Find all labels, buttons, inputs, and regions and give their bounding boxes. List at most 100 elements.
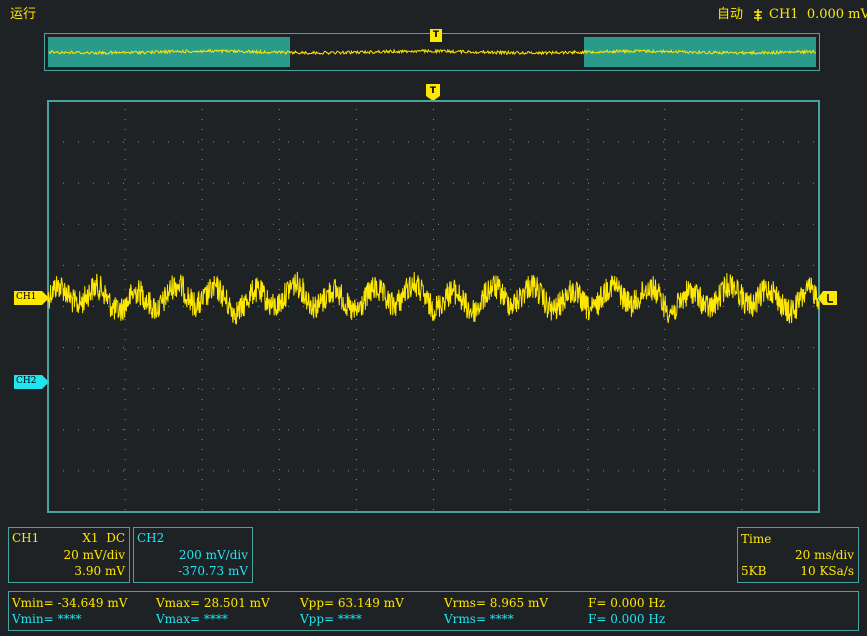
grid-dot: [587, 369, 589, 370]
grid-dot: [558, 223, 559, 225]
grid-dot: [433, 459, 434, 460]
grid-dot: [741, 259, 743, 260]
overview-trigger-marker[interactable]: T: [430, 29, 442, 42]
grid-dot: [124, 129, 126, 130]
grid-dot: [393, 182, 394, 184]
memory-depth: 5KB: [741, 564, 767, 578]
grid-dot: [201, 429, 203, 430]
grid-dot: [303, 182, 304, 184]
grid-dot: [213, 470, 214, 472]
grid-dot: [618, 182, 619, 184]
grid-dot: [498, 429, 499, 431]
grid-dot: [663, 264, 664, 266]
grid-dot: [741, 349, 743, 350]
grid-dot: [355, 429, 357, 430]
grid-dot: [124, 219, 126, 220]
grid-dot: [355, 249, 357, 250]
grid-dot: [587, 319, 589, 320]
grid-dot: [633, 388, 634, 390]
grid-dot: [693, 182, 694, 184]
grid-dot: [258, 264, 259, 266]
grid-dot: [123, 347, 124, 349]
grid-dot: [438, 347, 439, 349]
grid-dot: [278, 489, 280, 490]
grid-dot: [183, 388, 184, 390]
grid-dot: [243, 223, 244, 225]
grid-dot: [510, 429, 512, 430]
grid-dot: [278, 369, 280, 370]
grid-dot: [573, 182, 574, 184]
grid-dot: [303, 347, 304, 349]
grid-dot: [738, 388, 739, 390]
grid-dot: [123, 470, 124, 472]
sample-rate: 10 KSa/s: [800, 564, 854, 578]
ch2-info-panel[interactable]: CH2 200 mV/div -370.73 mV: [133, 527, 253, 583]
grid-dot: [378, 264, 379, 266]
grid-dot: [258, 182, 259, 184]
grid-dot: [468, 388, 469, 390]
grid-dot: [138, 182, 139, 184]
ch2-panel-name: CH2: [137, 531, 165, 545]
grid-dot: [378, 388, 379, 390]
grid-dot: [741, 189, 743, 190]
time-info-panel[interactable]: Time 20 ms/div 5KB 10 KSa/s: [737, 527, 859, 583]
grid-dot: [588, 470, 589, 472]
grid-dot: [278, 259, 280, 260]
grid-dot: [355, 239, 357, 240]
ch1-info-panel[interactable]: CH1 X1 DC 20 mV/div 3.90 mV: [8, 527, 130, 583]
grid-dot: [213, 182, 214, 184]
grid-dot: [258, 347, 259, 349]
grid-dot: [558, 347, 559, 349]
grid-dot: [303, 264, 304, 266]
grid-dot: [664, 359, 666, 360]
grid-dot: [278, 209, 280, 210]
trigger-level-marker[interactable]: [818, 291, 838, 305]
grid-dot: [201, 129, 203, 130]
grid-dot: [201, 509, 203, 510]
grid-dot: [433, 399, 434, 400]
grid-dot: [108, 223, 109, 225]
grid-dot: [243, 141, 244, 143]
grid-dot: [355, 129, 357, 130]
grid-dot: [168, 388, 169, 390]
grid-dot: [63, 429, 64, 431]
grid-dot: [243, 429, 244, 431]
grid-dot: [783, 470, 784, 472]
grid-dot: [678, 347, 679, 349]
grid-dot: [355, 349, 357, 350]
waveform-display[interactable]: [47, 100, 820, 513]
grid-dot: [741, 159, 743, 160]
grid-dot: [124, 379, 126, 380]
grid-dot: [678, 470, 679, 472]
grid-dot: [201, 349, 203, 350]
grid-dot: [355, 489, 357, 490]
grid-dot: [664, 369, 666, 370]
grid-dot: [138, 388, 139, 390]
grid-dot: [587, 259, 589, 260]
grid-dot: [124, 359, 126, 360]
grid-dot: [453, 306, 454, 307]
grid-dot: [201, 109, 203, 110]
grid-dot: [355, 319, 357, 320]
grid-dot: [741, 269, 743, 270]
grid-dot: [693, 347, 694, 349]
grid-dot: [603, 388, 604, 390]
grid-dot: [741, 359, 743, 360]
grid-dot: [510, 379, 512, 380]
grid-dot: [201, 339, 203, 340]
grid-dot: [664, 349, 666, 350]
grid-dot: [433, 209, 434, 210]
measurement-bar[interactable]: Vmin= -34.649 mV Vmax= 28.501 mV Vpp= 63…: [8, 591, 859, 631]
grid-dot: [201, 179, 203, 180]
grid-dot: [588, 223, 589, 225]
grid-dot: [603, 182, 604, 184]
grid-dot: [618, 388, 619, 390]
grid-dot: [355, 359, 357, 360]
grid-dot: [183, 182, 184, 184]
grid-dot: [453, 388, 454, 390]
grid-dot: [798, 347, 799, 349]
grid-dot: [741, 509, 743, 510]
grid-dot: [510, 329, 512, 330]
grid-dot: [348, 388, 349, 390]
grid-dot: [510, 409, 512, 410]
